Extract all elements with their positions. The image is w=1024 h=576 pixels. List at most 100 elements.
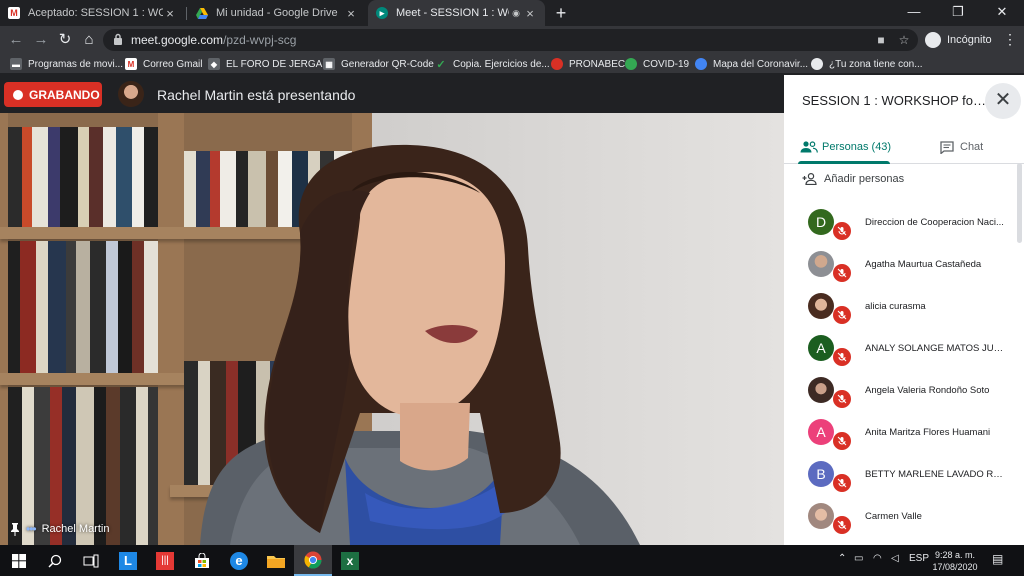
participant-name: Agatha Maurtua Castañeda (865, 259, 982, 270)
show-hidden-icons[interactable]: ⌃ (838, 553, 846, 564)
back-button[interactable]: ← (6, 30, 26, 50)
tab-title: Aceptado: SESSION 1 : WORKSHO (28, 7, 163, 19)
people-tab-label: Personas (43) (822, 141, 892, 153)
url-path: /pzd-wvpj-scg (223, 33, 297, 47)
bookmark-pronabec[interactable]: PRONABEC (551, 56, 625, 72)
bookmark-label: EL FORO DE JERGA... (226, 58, 331, 70)
qr-icon: ▦ (323, 58, 335, 70)
windows-start-icon[interactable] (0, 545, 38, 576)
add-people-button[interactable]: Añadir personas (802, 173, 904, 185)
bookmark-star-icon[interactable]: ☆ (896, 32, 912, 48)
app-l-icon[interactable]: L (109, 545, 147, 576)
bookmark-programas[interactable]: ▬ Programas de movi... (10, 56, 123, 72)
tab-gmail[interactable]: M Aceptado: SESSION 1 : WORKSHO × (0, 0, 185, 26)
lock-icon (114, 33, 122, 45)
bookmark-foro[interactable]: ◆ EL FORO DE JERGA... (208, 56, 331, 72)
bookmark-label: Generador QR-Code (341, 58, 434, 70)
tab-title: Mi unidad - Google Drive (216, 7, 338, 19)
gmail-icon: M (8, 7, 20, 19)
excel-icon[interactable]: x (331, 545, 369, 576)
bookmark-covid[interactable]: COVID-19 (625, 56, 689, 72)
clock[interactable]: 9:28 a. m. 17/08/2020 (930, 549, 980, 573)
minimize-button[interactable]: — (892, 0, 936, 26)
muted-mic-icon (833, 516, 851, 534)
participant-row[interactable]: Agatha Maurtua Castañeda (784, 244, 1016, 286)
camera-in-use-icon[interactable]: ■ (873, 32, 889, 48)
panel-scrollbar[interactable] (1017, 163, 1022, 243)
muted-mic-icon (833, 222, 851, 240)
muted-mic-icon (833, 432, 851, 450)
participant-row[interactable]: alicia curasma (784, 286, 1016, 328)
incognito-label: Incógnito (947, 34, 992, 46)
battery-icon[interactable]: ▭ (854, 553, 863, 564)
gmail-icon: M (125, 58, 137, 70)
audio-level-icon: ••• (26, 522, 37, 536)
participant-name: Anita Maritza Flores Huamani (865, 427, 991, 438)
edge-icon[interactable]: e (220, 545, 258, 576)
main-video[interactable]: ••• Rachel Martin (0, 113, 784, 545)
clock-time: 9:28 a. m. (934, 550, 976, 560)
muted-mic-icon (833, 264, 851, 282)
meet-icon: ▸ (376, 7, 388, 19)
browser-menu-icon[interactable]: ⋮ (1002, 30, 1018, 50)
participant-name: Angela Valeria Rondoño Soto (865, 385, 990, 396)
close-panel-button[interactable]: ✕ (985, 83, 1021, 119)
participant-name: BETTY MARLENE LAVADO RO... (865, 469, 1007, 480)
close-tab-icon[interactable]: × (163, 6, 177, 21)
file-explorer-icon[interactable] (257, 545, 295, 576)
chrome-icon[interactable] (294, 545, 332, 576)
screen: M Aceptado: SESSION 1 : WORKSHO × Mi uni… (0, 0, 1024, 576)
restore-button[interactable]: ❐ (936, 0, 980, 26)
participant-row[interactable]: Carmen Valle (784, 496, 1016, 538)
chat-icon (940, 140, 954, 154)
participant-row[interactable]: D Direccion de Cooperacion Naci... (784, 202, 1016, 244)
bookmark-label: Mapa del Coronavir... (713, 58, 809, 70)
check-icon: ✓ (436, 58, 446, 71)
forward-button[interactable]: → (31, 30, 51, 50)
app-red-icon[interactable]: ||| (146, 545, 184, 576)
store-icon[interactable] (183, 545, 221, 576)
incognito-icon (925, 32, 941, 48)
notifications-icon[interactable]: ▤ (992, 552, 1003, 566)
reload-button[interactable]: ↻ (55, 30, 75, 50)
participant-row[interactable]: A ANALY SOLANGE MATOS JUA... (784, 328, 1016, 370)
map-icon (695, 58, 707, 70)
participant-row[interactable]: A Anita Maritza Flores Huamani (784, 412, 1016, 454)
bookmark-qr[interactable]: ▦ Generador QR-Code (323, 56, 434, 72)
tab-people[interactable]: Personas (43) (800, 130, 891, 164)
people-icon (800, 141, 818, 153)
participant-name: ANALY SOLANGE MATOS JUA... (865, 343, 1007, 354)
video-name-label: ••• Rachel Martin (10, 522, 109, 536)
tab-chat[interactable]: Chat (940, 130, 983, 164)
participant-avatar (808, 377, 834, 403)
participant-avatar (808, 503, 834, 529)
participant-row[interactable]: B BETTY MARLENE LAVADO RO... (784, 454, 1016, 496)
volume-icon[interactable]: ◁ (891, 553, 899, 564)
people-panel: SESSION 1 : WORKSHOP for ... ✕ Personas … (784, 75, 1024, 545)
tab-meet[interactable]: ▸ Meet - SESSION 1 : WORKSHO ◉ × (368, 0, 545, 26)
muted-mic-icon (833, 474, 851, 492)
close-window-button[interactable]: ✕ (980, 0, 1024, 26)
panel-tabs: Personas (43) Chat (784, 130, 1024, 164)
wifi-icon[interactable]: ◠ (873, 553, 882, 564)
bookmark-label: Correo Gmail (143, 58, 203, 70)
new-tab-button[interactable]: + (551, 3, 571, 23)
pin-icon[interactable] (10, 522, 20, 536)
incognito-indicator[interactable]: Incógnito (925, 29, 992, 51)
bookmark-copia[interactable]: ✓ Copia. Ejercicios de... (435, 56, 549, 72)
bookmark-zona[interactable]: ¿Tu zona tiene con... (811, 56, 923, 72)
search-icon[interactable] (36, 545, 74, 576)
muted-mic-icon (833, 306, 851, 324)
home-button[interactable]: ⌂ (79, 30, 99, 50)
bookmark-mapa[interactable]: Mapa del Coronavir... (695, 56, 808, 72)
participant-avatar: A (808, 335, 834, 361)
recording-badge: GRABANDO (4, 82, 102, 107)
close-tab-icon[interactable]: × (344, 6, 358, 21)
participant-row[interactable]: Angela Valeria Rondoño Soto (784, 370, 1016, 412)
tab-drive[interactable]: Mi unidad - Google Drive × (188, 0, 366, 26)
bookmark-gmail[interactable]: M Correo Gmail (125, 56, 202, 72)
task-view-icon[interactable] (72, 545, 110, 576)
language-indicator[interactable]: ESP (909, 553, 929, 564)
close-tab-icon[interactable]: × (523, 6, 537, 21)
address-bar[interactable]: meet.google.com/pzd-wvpj-scg ■ ☆ (103, 29, 918, 51)
